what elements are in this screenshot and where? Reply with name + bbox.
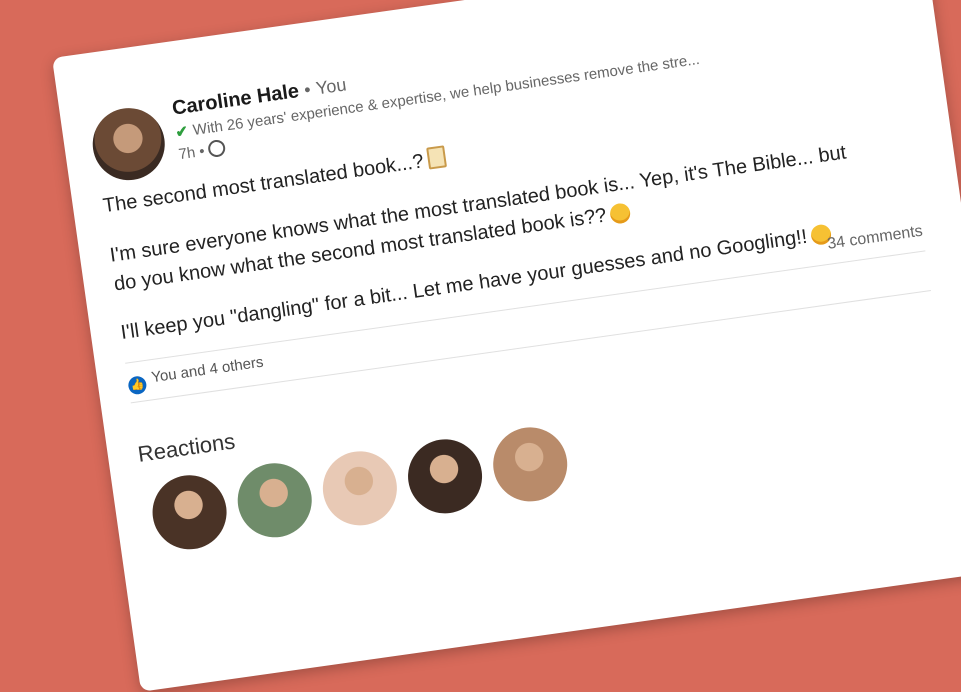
reactions-title: Reactions [136, 428, 237, 467]
time-text: 7h • [177, 142, 206, 164]
post-time: 7h • [177, 138, 227, 164]
book-emoji-icon [425, 145, 447, 170]
reactor-avatar-3[interactable] [318, 446, 402, 531]
reactions-summary-text: You and 4 others [150, 353, 265, 387]
reactor-avatar-5[interactable] [488, 422, 573, 507]
like-icon: 👍 [127, 375, 148, 396]
reactor-avatar-2[interactable] [232, 458, 317, 543]
author-avatar[interactable] [88, 103, 170, 185]
reactor-avatar-4[interactable] [403, 434, 487, 519]
comments-count-link[interactable]: 34 comments [826, 223, 924, 254]
relation-label: You [314, 74, 348, 99]
separator: • [302, 79, 312, 101]
post-card: ··· Caroline Hale • You ✔With 26 years' … [52, 0, 961, 692]
verified-check-icon: ✔ [174, 122, 190, 142]
reactor-avatar-1[interactable] [147, 470, 232, 555]
thinking-face-emoji-icon [608, 202, 632, 225]
globe-icon [207, 138, 227, 159]
